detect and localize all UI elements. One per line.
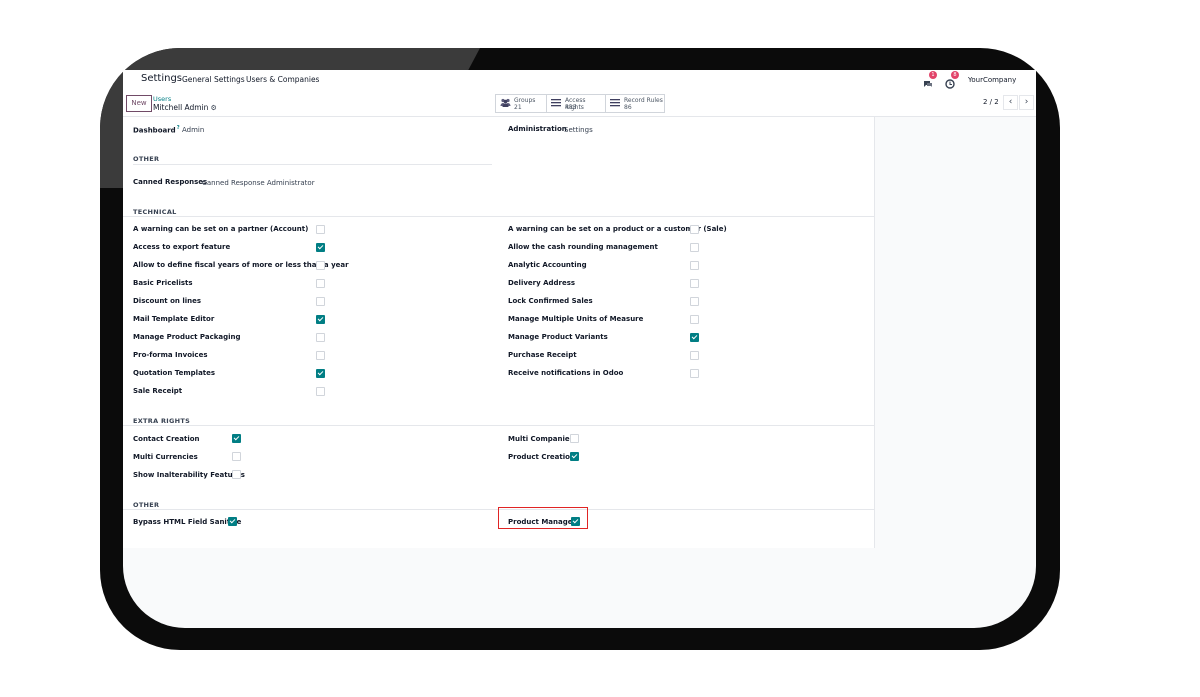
app-title[interactable]: Settings [141, 73, 182, 84]
section-extra-rights: EXTRA RIGHTS [133, 417, 191, 425]
groups-count: 21 [514, 104, 522, 111]
product-manager-label: Product Manager [508, 518, 576, 526]
form-sheet: Dashboard? Admin Administration Settings… [123, 117, 875, 548]
extra-checkbox[interactable] [232, 452, 241, 461]
technical-option-label: Sale Receipt [133, 387, 183, 395]
technical-checkbox[interactable] [690, 225, 699, 234]
activity-badge: 8 [951, 71, 959, 79]
technical-option-label: Manage Product Variants [508, 333, 608, 341]
technical-option-label: Quotation Templates [133, 369, 216, 377]
access-rights-smart-button[interactable]: Access Rights 483 [546, 94, 606, 113]
technical-checkbox[interactable] [690, 333, 699, 342]
technical-checkbox[interactable] [690, 369, 699, 378]
record-rules-label: Record Rules [624, 97, 663, 104]
extra-option-label: Multi Currencies [133, 453, 198, 461]
top-navbar: Settings General Settings Users & Compan… [123, 70, 1036, 90]
section-other-2: OTHER [133, 501, 160, 509]
help-icon[interactable]: ? [177, 125, 180, 131]
bypass-html-label: Bypass HTML Field Sanitize [133, 518, 242, 526]
breadcrumb-users[interactable]: Users [153, 95, 171, 103]
technical-option-label: A warning can be set on a partner (Accou… [133, 225, 309, 233]
record-rules-smart-button[interactable]: Record Rules 86 [605, 94, 665, 113]
chevron-left-icon[interactable]: ‹ [1003, 95, 1018, 110]
company-switcher[interactable]: YourCompany [968, 76, 1016, 84]
extra-checkbox[interactable] [570, 434, 579, 443]
technical-option-label: Access to export feature [133, 243, 231, 251]
extra-checkbox[interactable] [570, 452, 579, 461]
dashboard-label: Dashboard? [133, 125, 180, 134]
canned-responses-label: Canned Responses [133, 178, 208, 186]
access-rights-count: 483 [565, 104, 577, 111]
divider [123, 216, 874, 217]
technical-checkbox[interactable] [690, 297, 699, 306]
extra-checkbox[interactable] [232, 434, 241, 443]
extra-option-label: Contact Creation [133, 435, 200, 443]
technical-checkbox[interactable] [316, 369, 325, 378]
technical-checkbox[interactable] [316, 351, 325, 360]
gear-icon[interactable]: ⚙ [210, 104, 216, 112]
technical-checkbox[interactable] [690, 315, 699, 324]
technical-checkbox[interactable] [316, 387, 325, 396]
technical-option-label: Basic Pricelists [133, 279, 193, 287]
canned-responses-value[interactable]: Canned Response Administrator [202, 179, 315, 187]
list-icon [551, 98, 561, 110]
technical-option-label: Manage Multiple Units of Measure [508, 315, 644, 323]
new-button[interactable]: New [126, 95, 152, 112]
extra-option-label: Show Inalterability Features [133, 471, 245, 479]
users-icon [500, 98, 511, 110]
technical-option-label: Allow the cash rounding management [508, 243, 658, 251]
technical-option-label: Manage Product Packaging [133, 333, 241, 341]
menu-general-settings[interactable]: General Settings [182, 75, 245, 84]
menu-users-companies[interactable]: Users & Companies [246, 75, 319, 84]
administration-label: Administration [508, 125, 567, 133]
chatter-panel [875, 117, 1036, 548]
product-manager-checkbox[interactable] [571, 517, 580, 526]
record-rules-count: 86 [624, 104, 632, 111]
breadcrumb-current: Mitchell Admin ⚙ [153, 103, 217, 112]
extra-option-label: Multi Companies [508, 435, 574, 443]
groups-smart-button[interactable]: Groups 21 [495, 94, 547, 113]
technical-checkbox[interactable] [690, 243, 699, 252]
technical-checkbox[interactable] [690, 279, 699, 288]
pager-value[interactable]: 2 / 2 [983, 98, 999, 106]
technical-option-label: Receive notifications in Odoo [508, 369, 624, 377]
groups-label: Groups [514, 97, 536, 104]
breadcrumb-current-label: Mitchell Admin [153, 103, 209, 112]
technical-option-label: Discount on lines [133, 297, 202, 305]
technical-option-label: Delivery Address [508, 279, 576, 287]
technical-option-label: Purchase Receipt [508, 351, 577, 359]
technical-checkbox[interactable] [316, 225, 325, 234]
technical-option-label: Pro-forma Invoices [133, 351, 208, 359]
list-icon [610, 98, 620, 110]
dashboard-label-text: Dashboard [133, 126, 176, 135]
technical-checkbox[interactable] [316, 297, 325, 306]
chevron-right-icon[interactable]: › [1019, 95, 1034, 110]
divider [123, 425, 874, 426]
technical-checkbox[interactable] [316, 243, 325, 252]
technical-option-label: Lock Confirmed Sales [508, 297, 593, 305]
technical-option-label: Mail Template Editor [133, 315, 215, 323]
extra-option-label: Product Creation [508, 453, 575, 461]
technical-checkbox[interactable] [690, 351, 699, 360]
dashboard-value[interactable]: Admin [182, 126, 204, 134]
technical-checkbox[interactable] [316, 261, 325, 270]
extra-checkbox[interactable] [232, 470, 241, 479]
app-screen: Settings General Settings Users & Compan… [123, 70, 1036, 628]
technical-checkbox[interactable] [316, 279, 325, 288]
bypass-html-checkbox[interactable] [228, 517, 237, 526]
technical-checkbox[interactable] [316, 333, 325, 342]
technical-checkbox[interactable] [690, 261, 699, 270]
section-technical: TECHNICAL [133, 208, 177, 216]
divider [133, 164, 492, 165]
technical-option-label: Analytic Accounting [508, 261, 587, 269]
chat-badge: 1 [929, 71, 937, 79]
control-panel: New Users Mitchell Admin ⚙ Groups 21 Acce… [123, 90, 1036, 117]
section-other-1: OTHER [133, 155, 160, 163]
administration-value[interactable]: Settings [564, 126, 593, 134]
technical-checkbox[interactable] [316, 315, 325, 324]
